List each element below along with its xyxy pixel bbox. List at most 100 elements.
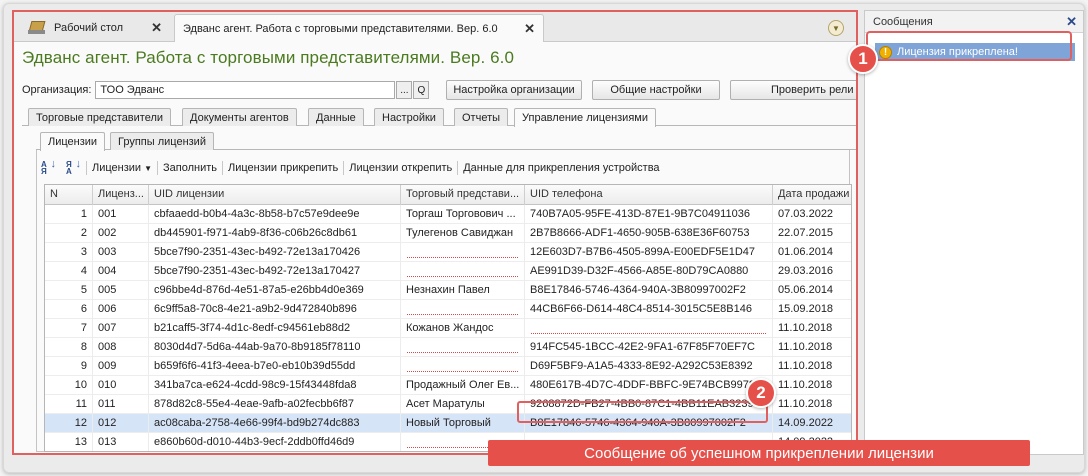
- cell-n: 8: [45, 338, 93, 357]
- attach-licenses-button[interactable]: Лицензии прикрепить: [223, 162, 343, 174]
- tab-licenses[interactable]: Лицензии: [40, 132, 106, 151]
- table-row[interactable]: 2 002 db445901-f971-4ab9-8f36-c06b26c8db61…: [45, 224, 851, 243]
- cell-phone-uid: 480E617B-4D7C-4DDF-BBFC-9E74BCB9978B: [525, 376, 773, 395]
- cell-agent: Новый Торговый: [401, 414, 525, 433]
- cell-n: 5: [45, 281, 93, 300]
- cell-agent: [401, 262, 525, 281]
- table-row[interactable]: 7 007 b21caff5-3f74-4d1c-8edf-c94561eb88d2…: [45, 319, 851, 338]
- detach-licenses-button[interactable]: Лицензии открепить: [344, 162, 457, 174]
- empty-field-marker: [407, 371, 518, 372]
- cell-license-uid: 878d82c8-55e4-4eae-9afb-a02fecbb6f87: [149, 395, 401, 414]
- cell-phone-uid: 914FC545-1BCC-42E2-9FA1-67F85F70EF7C: [525, 338, 773, 357]
- licenses-menu-button[interactable]: Лицензии ▼: [87, 162, 157, 174]
- tab-agent-documents[interactable]: Документы агентов: [182, 108, 297, 126]
- cell-n: 12: [45, 414, 93, 433]
- close-icon[interactable]: ✕: [151, 20, 162, 36]
- table-row[interactable]: 4 004 5bce7f90-2351-43ec-b492-72e13a170427…: [45, 262, 851, 281]
- chevron-down-icon: ▼: [144, 163, 152, 173]
- chevron-down-icon[interactable]: ▼: [828, 20, 844, 36]
- cell-license-uid: 8030d4d7-5d6a-44ab-9a70-8b9185f78110: [149, 338, 401, 357]
- cell-agent: Кожанов Жандос: [401, 319, 525, 338]
- organization-input[interactable]: ТОО Эдванс: [95, 81, 396, 99]
- empty-field-marker: [531, 333, 766, 334]
- tab-document[interactable]: Эдванс агент. Работа с торговыми предста…: [174, 14, 544, 42]
- cell-license: 001: [93, 205, 149, 224]
- table-row[interactable]: 9 009 b659f6f6-41f3-4eea-b7e0-eb10b39d55dd…: [45, 357, 851, 376]
- cell-phone-uid: 44CB6F66-D614-48C4-8514-3015C5E8B146: [525, 300, 773, 319]
- tab-settings[interactable]: Настройки: [374, 108, 444, 126]
- tab-data[interactable]: Данные: [308, 108, 364, 126]
- column-header-n[interactable]: N: [45, 185, 93, 205]
- close-icon[interactable]: ✕: [1066, 14, 1077, 30]
- column-header-phone-uid[interactable]: UID телефона: [525, 185, 773, 205]
- table-row[interactable]: 8 008 8030d4d7-5d6a-44ab-9a70-8b9185f78110…: [45, 338, 851, 357]
- cell-sale-date: 11.10.2018: [773, 376, 851, 395]
- cell-n: 2: [45, 224, 93, 243]
- cell-license-uid: 5bce7f90-2351-43ec-b492-72e13a170427: [149, 262, 401, 281]
- cell-license: 002: [93, 224, 149, 243]
- column-header-license[interactable]: Лиценз...: [93, 185, 149, 205]
- cell-phone-uid: D69F5BF9-A1A5-4333-8E92-A292C53E8392: [525, 357, 773, 376]
- cell-license: 003: [93, 243, 149, 262]
- page-title: Эдванс агент. Работа с торговыми предста…: [22, 48, 515, 67]
- select-button[interactable]: ...: [396, 81, 413, 99]
- table-row[interactable]: 5 005 c96bbe4d-876d-4e51-87a5-e26bb4d0e369…: [45, 281, 851, 300]
- cell-agent: [401, 300, 525, 319]
- cell-n: 6: [45, 300, 93, 319]
- empty-field-marker: [407, 352, 518, 353]
- table-row[interactable]: 6 006 6c9ff5a8-70c8-4e21-a9b2-9d472840b896…: [45, 300, 851, 319]
- cell-sale-date: 14.09.2022: [773, 414, 851, 433]
- close-icon[interactable]: ✕: [524, 21, 535, 37]
- cell-sale-date: 11.10.2018: [773, 357, 851, 376]
- cell-license: 009: [93, 357, 149, 376]
- column-header-sale-date[interactable]: Дата продажи: [773, 185, 851, 205]
- cell-sale-date: 15.09.2018: [773, 300, 851, 319]
- column-header-agent[interactable]: Торговый предстaви...: [401, 185, 525, 205]
- org-settings-button[interactable]: Настройка организации: [446, 80, 582, 100]
- table-row[interactable]: 10 010 341ba7ca-e624-4cdd-98c9-15f43448fda…: [45, 376, 851, 395]
- cell-agent: Незнахин Павел: [401, 281, 525, 300]
- cell-agent: [401, 338, 525, 357]
- column-header-license-uid[interactable]: UID лицензии: [149, 185, 401, 205]
- sub-tabs: Лицензии Группы лицензий: [36, 130, 856, 151]
- table-row[interactable]: 1 001 cbfaaedd-b0b4-4a3c-8b58-b7c57e9dee9e…: [45, 205, 851, 224]
- cell-license-uid: 6c9ff5a8-70c8-4e21-a9b2-9d472840b896: [149, 300, 401, 319]
- cell-license: 007: [93, 319, 149, 338]
- tab-home[interactable]: Рабочий стол ✕: [20, 14, 170, 42]
- tab-reports[interactable]: Отчеты: [454, 108, 509, 126]
- tab-license-management[interactable]: Управление лицензиями: [514, 108, 656, 127]
- cell-license-uid: c96bbe4d-876d-4e51-87a5-e26bb4d0e369: [149, 281, 401, 300]
- splitter-handle[interactable]: ▪▪▪: [856, 312, 858, 342]
- check-release-button[interactable]: Проверить рели: [730, 80, 856, 100]
- cell-n: 1: [45, 205, 93, 224]
- fill-button[interactable]: Заполнить: [158, 162, 222, 174]
- device-data-button[interactable]: Данные для прикрепления устройства: [458, 162, 664, 174]
- cell-agent: Тулегенов Савиджан: [401, 224, 525, 243]
- cell-sale-date: 07.03.2022: [773, 205, 851, 224]
- cell-sale-date: 05.06.2014: [773, 281, 851, 300]
- table-row[interactable]: 3 003 5bce7f90-2351-43ec-b492-72e13a170426…: [45, 243, 851, 262]
- cell-phone-uid: 2B7B8666-ADF1-4650-905B-638E36F60753: [525, 224, 773, 243]
- cell-license: 013: [93, 433, 149, 451]
- cell-license-uid: b659f6f6-41f3-4eea-b7e0-eb10b39d55dd: [149, 357, 401, 376]
- cell-n: 13: [45, 433, 93, 451]
- organization-row: Организация: ТОО Эдванс ... Q: [22, 80, 430, 100]
- cell-sale-date: 11.10.2018: [773, 338, 851, 357]
- cell-license: 008: [93, 338, 149, 357]
- cell-license: 012: [93, 414, 149, 433]
- cell-sale-date: 11.10.2018: [773, 319, 851, 338]
- sort-asc-icon[interactable]: А Я ↓: [36, 159, 61, 176]
- cell-phone-uid: AE991D39-D32F-4566-A85E-80D79CA0880: [525, 262, 773, 281]
- cell-n: 7: [45, 319, 93, 338]
- messages-title: Сообщения: [873, 16, 933, 28]
- sort-desc-icon[interactable]: Я А ↓: [61, 159, 86, 176]
- cell-agent: [401, 243, 525, 262]
- tab-license-groups[interactable]: Группы лицензий: [110, 132, 214, 150]
- cell-license-uid: b21caff5-3f74-4d1c-8edf-c94561eb88d2: [149, 319, 401, 338]
- tab-agents[interactable]: Торговые представители: [28, 108, 172, 126]
- search-icon[interactable]: Q: [413, 81, 430, 99]
- desktop-icon: [28, 21, 46, 35]
- table-header: N Лиценз... UID лицензии Торговый предст…: [45, 185, 851, 205]
- general-settings-button[interactable]: Общие настройки: [592, 80, 720, 100]
- caption-banner: Сообщение об успешном прикреплении лицен…: [488, 440, 1030, 466]
